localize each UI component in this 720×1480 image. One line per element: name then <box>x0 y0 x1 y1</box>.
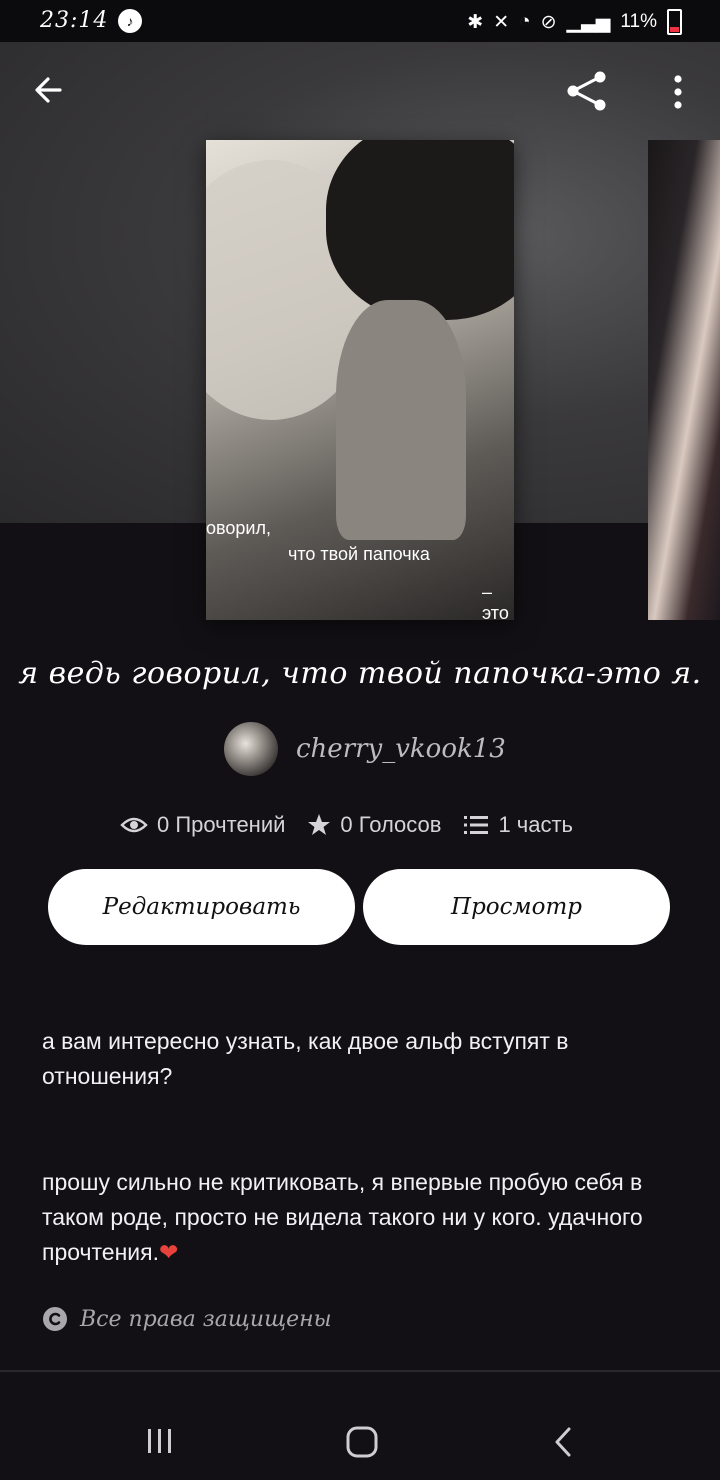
copyright-row: Все права защищены <box>42 1306 332 1332</box>
share-button[interactable] <box>564 70 610 112</box>
nav-back-button[interactable] <box>548 1424 578 1460</box>
more-vert-icon <box>674 75 682 109</box>
nav-home-icon <box>346 1426 378 1458</box>
bluetooth-icon: ✱ <box>467 11 484 33</box>
story-cover[interactable]: оворил, что твой папочка – это <box>206 140 514 620</box>
story-stats: 0 Прочтений 0 Голосов 1 часть <box>120 812 573 838</box>
status-icons: ✱ ✕ ◔ ⊘ ▁▃▅ 11% <box>467 9 682 35</box>
description-paragraph: а вам интересно узнать, как двое альф вс… <box>42 1028 569 1089</box>
description-paragraph: прошу сильно не критиковать, я впервые п… <box>42 1165 682 1270</box>
cover-text-line: оворил, <box>206 518 271 538</box>
reads-stat: 0 Прочтений <box>120 812 285 838</box>
edit-button[interactable]: Редактировать <box>48 869 355 945</box>
music-app-icon: ♪ <box>118 9 142 33</box>
nav-recents-icon <box>148 1429 171 1453</box>
nav-back-icon <box>555 1427 571 1457</box>
description-text: прошу сильно не критиковать, я впервые п… <box>42 1169 643 1265</box>
nav-recents-button[interactable] <box>140 1426 180 1456</box>
mute-icon: ✕ <box>493 11 510 33</box>
avatar[interactable] <box>224 722 278 776</box>
list-icon <box>464 816 489 834</box>
wifi-icon: ◔ <box>519 11 531 32</box>
story-title: я ведь говорил, что твой папочка-это я. <box>18 656 702 691</box>
parts-stat: 1 часть <box>463 812 573 838</box>
eye-icon <box>120 817 148 833</box>
battery-percent: 11% <box>620 11 657 32</box>
copyright-icon <box>43 1307 67 1331</box>
status-time: 23:14 <box>40 8 109 33</box>
copyright-label: Все права защищены <box>80 1306 332 1332</box>
status-bar: 23:14 ♪ ✱ ✕ ◔ ⊘ ▁▃▅ 11% <box>0 0 720 42</box>
votes-count: 0 Голосов <box>340 812 442 837</box>
next-story-cover[interactable] <box>648 140 720 620</box>
signal-icon: ▁▃▅ <box>566 11 611 33</box>
votes-stat: 0 Голосов <box>307 812 441 838</box>
more-options-button[interactable] <box>664 72 692 112</box>
preview-button[interactable]: Просмотр <box>363 869 670 945</box>
reads-count: 0 Прочтений <box>157 812 286 837</box>
cover-text-line: – это <box>482 582 509 620</box>
heart-emoji: ❤ <box>158 1239 179 1265</box>
dnd-icon: ⊘ <box>540 11 557 33</box>
cover-art-shape <box>326 140 514 320</box>
back-button[interactable] <box>30 70 70 110</box>
nav-home-button[interactable] <box>344 1424 380 1460</box>
star-icon <box>308 814 331 835</box>
cover-art-shape <box>336 300 466 540</box>
author-row[interactable]: cherry_vkook13 <box>224 722 506 776</box>
battery-icon <box>667 9 682 35</box>
share-icon <box>567 71 606 111</box>
back-arrow-icon <box>35 77 62 103</box>
parts-count: 1 часть <box>498 812 574 837</box>
cover-text-line: что твой папочка <box>288 544 430 564</box>
author-name[interactable]: cherry_vkook13 <box>296 734 506 764</box>
